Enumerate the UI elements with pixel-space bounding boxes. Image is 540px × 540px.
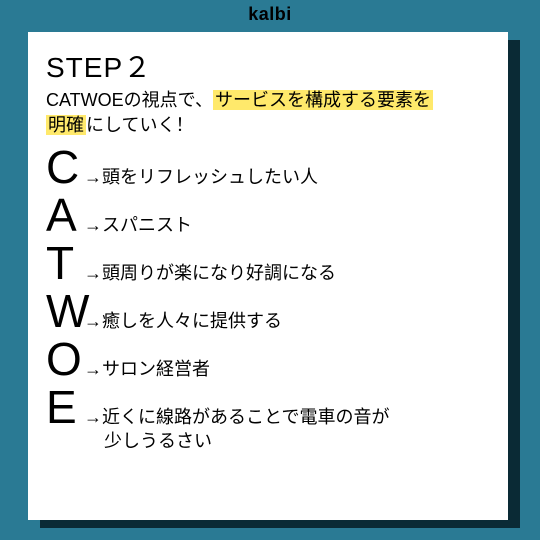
list-item: O →サロン経営者 <box>46 336 490 382</box>
desc-e-line2: 少しうるさい <box>84 430 490 453</box>
letter-e: E <box>46 384 84 430</box>
catwoe-list: C →頭をリフレッシュしたい人 A →スパニスト T →頭周りが楽になり好調にな… <box>46 144 490 453</box>
desc-a: →スパニスト <box>84 214 490 237</box>
list-item: W →癒しを人々に提供する <box>46 288 490 334</box>
subtitle-post: にしていく！ <box>86 115 193 135</box>
letter-c: C <box>46 144 84 190</box>
letter-a: A <box>46 192 84 238</box>
list-item: T →頭周りが楽になり好調になる <box>46 240 490 286</box>
desc-e: →近くに線路があることで電車の音が 少しうるさい <box>84 406 490 453</box>
subtitle-highlight-2: 明確 <box>46 115 86 135</box>
brand-logo: kalbi <box>248 4 292 25</box>
desc-w: →癒しを人々に提供する <box>84 310 490 333</box>
list-item: E →近くに線路があることで電車の音が 少しうるさい <box>46 384 490 453</box>
letter-t: T <box>46 240 84 286</box>
desc-t: →頭周りが楽になり好調になる <box>84 262 490 285</box>
letter-o: O <box>46 336 84 382</box>
step-title: STEP２ <box>46 46 490 86</box>
subtitle: CATWOEの視点で、サービスを構成する要素を明確にしていく！ <box>46 88 490 138</box>
content-card: STEP２ CATWOEの視点で、サービスを構成する要素を明確にしていく！ C … <box>28 32 508 520</box>
list-item: A →スパニスト <box>46 192 490 238</box>
list-item: C →頭をリフレッシュしたい人 <box>46 144 490 190</box>
letter-w: W <box>46 288 84 334</box>
subtitle-pre: CATWOEの視点で、 <box>46 90 213 110</box>
desc-c: →頭をリフレッシュしたい人 <box>84 166 490 189</box>
desc-e-line1: →近くに線路があることで電車の音が <box>84 407 389 427</box>
subtitle-highlight-1: サービスを構成する要素を <box>213 90 433 110</box>
desc-o: →サロン経営者 <box>84 358 490 381</box>
